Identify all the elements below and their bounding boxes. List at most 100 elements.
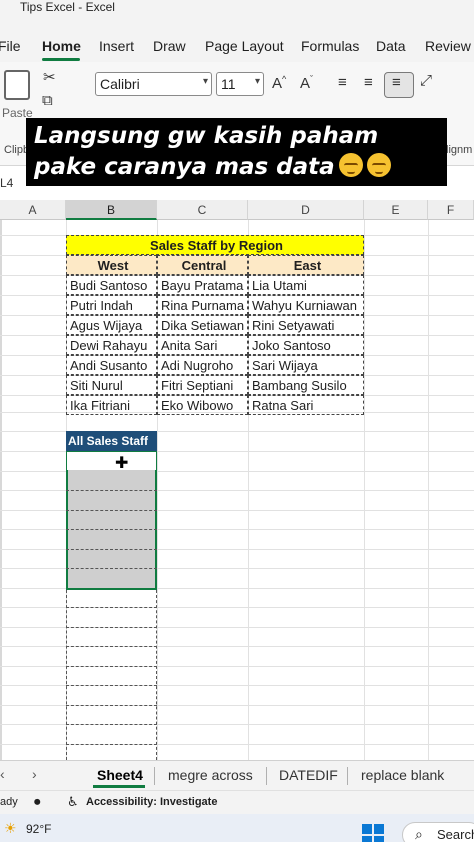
- row-separator: [66, 568, 157, 569]
- alignment-group-label: lignm: [446, 144, 473, 156]
- table-cell-central[interactable]: Bayu Pratama: [157, 275, 248, 295]
- table-cell-east[interactable]: Lia Utami: [248, 275, 364, 295]
- row-separator: [66, 705, 157, 706]
- caption-overlay: Langsung gw kasih paham pake caranya mas…: [26, 118, 447, 186]
- caption-line-1: Langsung gw kasih paham: [34, 123, 379, 149]
- table-cell-east[interactable]: Bambang Susilo: [248, 375, 364, 395]
- font-size-select[interactable]: 11 ▾: [216, 72, 264, 96]
- window-title: Tips Excel - Excel: [20, 0, 115, 14]
- all-sales-staff-header[interactable]: All Sales Staff: [66, 431, 157, 451]
- column-header-c[interactable]: C: [157, 200, 248, 220]
- column-header-b[interactable]: B: [66, 200, 157, 220]
- relieved-emoji-icon: [366, 153, 391, 177]
- accessibility-status[interactable]: Accessibility: Investigate: [86, 796, 217, 808]
- table-cell-west[interactable]: Andi Susanto: [66, 355, 157, 375]
- active-cell[interactable]: [67, 452, 156, 470]
- windows-start-icon[interactable]: [362, 824, 384, 842]
- row-separator: [66, 529, 157, 530]
- relieved-emoji-icon: [338, 153, 363, 177]
- table-cell-east[interactable]: Wahyu Kurniawan: [248, 295, 364, 315]
- table-cell-west[interactable]: Budi Santoso: [66, 275, 157, 295]
- column-header-e[interactable]: E: [364, 200, 428, 220]
- ready-status: Ready: [0, 796, 18, 808]
- caption-line-2: pake caranya mas data: [34, 152, 439, 183]
- tab-page-layout[interactable]: Page Layout: [205, 38, 284, 54]
- sheet-tab-replace-blank[interactable]: replace blank: [361, 767, 444, 783]
- ribbon-tabs: File Home Insert Draw Page Layout Formul…: [0, 22, 474, 62]
- font-name-value: Calibri: [100, 76, 140, 92]
- table-cell-west[interactable]: Putri Indah: [66, 295, 157, 315]
- weather-icon[interactable]: ☀: [4, 820, 17, 837]
- selected-range[interactable]: [66, 451, 157, 590]
- align-bottom-icon: ≡: [392, 74, 401, 91]
- orientation-icon[interactable]: ⤢: [420, 72, 432, 89]
- row-separator: [66, 549, 157, 550]
- name-box[interactable]: L4: [0, 176, 13, 190]
- sheet-divider: [347, 767, 348, 785]
- increase-font-icon[interactable]: A^: [272, 74, 286, 92]
- taskbar: ☀ 92°F ⌕ Search: [0, 814, 474, 842]
- table-cell-east[interactable]: Ratna Sari: [248, 395, 364, 415]
- decrease-font-icon[interactable]: Aˇ: [300, 74, 313, 92]
- taskbar-search-label: Search: [437, 827, 474, 842]
- table-cell-east[interactable]: Rini Setyawati: [248, 315, 364, 335]
- header-west[interactable]: West: [66, 255, 157, 275]
- scroll-right-icon[interactable]: ›: [32, 766, 37, 782]
- chevron-down-icon: ▾: [254, 76, 260, 87]
- taskbar-search[interactable]: ⌕ Search: [402, 822, 474, 842]
- sheet-tab-datedif[interactable]: DATEDIF: [279, 767, 338, 783]
- table-cell-east[interactable]: Joko Santoso: [248, 335, 364, 355]
- row-separator: [66, 627, 157, 628]
- table-cell-central[interactable]: Eko Wibowo: [157, 395, 248, 415]
- paste-icon[interactable]: [4, 70, 30, 100]
- header-central[interactable]: Central: [157, 255, 248, 275]
- cell-cursor-icon: ✚: [115, 455, 129, 472]
- row-separator: [66, 685, 157, 686]
- align-middle-icon[interactable]: ≡: [364, 74, 373, 91]
- weather-temp[interactable]: 92°F: [26, 822, 51, 836]
- tab-insert[interactable]: Insert: [99, 38, 134, 54]
- align-top-icon[interactable]: ≡: [338, 74, 347, 91]
- table-cell-central[interactable]: Adi Nugroho: [157, 355, 248, 375]
- table-cell-west[interactable]: Ika Fitriani: [66, 395, 157, 415]
- tab-formulas[interactable]: Formulas: [301, 38, 359, 54]
- active-sheet-indicator: [93, 785, 145, 788]
- sheet-tab-bar: ‹ › Sheet4 megre across DATEDIF replace …: [0, 760, 474, 790]
- font-size-value: 11: [221, 76, 236, 92]
- search-icon: ⌕: [415, 826, 423, 842]
- status-bar: Ready ⏺ ♿ Accessibility: Investigate: [0, 790, 474, 814]
- tab-data[interactable]: Data: [376, 38, 406, 54]
- tab-home[interactable]: Home: [42, 38, 81, 54]
- sheet-tab-megre-across[interactable]: megre across: [168, 767, 253, 783]
- cut-icon[interactable]: ✂: [43, 68, 56, 86]
- table-title-cell[interactable]: Sales Staff by Region: [66, 235, 364, 255]
- tab-review[interactable]: Review: [425, 38, 471, 54]
- sheet-tab-sheet4[interactable]: Sheet4: [97, 767, 143, 783]
- tab-draw[interactable]: Draw: [153, 38, 186, 54]
- table-cell-west[interactable]: Siti Nurul: [66, 375, 157, 395]
- table-cell-west[interactable]: Dewi Rahayu: [66, 335, 157, 355]
- tab-file[interactable]: File: [0, 38, 21, 54]
- scroll-left-icon[interactable]: ‹: [0, 766, 5, 782]
- font-name-select[interactable]: Calibri ▾: [95, 72, 212, 96]
- table-cell-central[interactable]: Dika Setiawan: [157, 315, 248, 335]
- table-cell-west[interactable]: Agus Wijaya: [66, 315, 157, 335]
- table-cell-east[interactable]: Sari Wijaya: [248, 355, 364, 375]
- dashed-output-column: [66, 590, 157, 760]
- sheet-divider: [154, 767, 155, 785]
- column-header-a[interactable]: A: [0, 200, 66, 220]
- table-cell-central[interactable]: Anita Sari: [157, 335, 248, 355]
- column-header-d[interactable]: D: [248, 200, 364, 220]
- header-east[interactable]: East: [248, 255, 364, 275]
- table-cell-central[interactable]: Fitri Septiani: [157, 375, 248, 395]
- copy-icon[interactable]: ⧉: [42, 92, 53, 109]
- table-cell-central[interactable]: Rina Purnama: [157, 295, 248, 315]
- row-separator: [66, 646, 157, 647]
- chevron-down-icon: ▾: [202, 76, 208, 87]
- macro-record-icon[interactable]: ⏺: [34, 794, 41, 810]
- title-bar: Tips Excel - Excel: [0, 0, 474, 22]
- row-separator: [66, 607, 157, 608]
- column-header-f[interactable]: F: [428, 200, 474, 220]
- row-separator: [66, 666, 157, 667]
- accessibility-icon[interactable]: ♿: [67, 794, 79, 810]
